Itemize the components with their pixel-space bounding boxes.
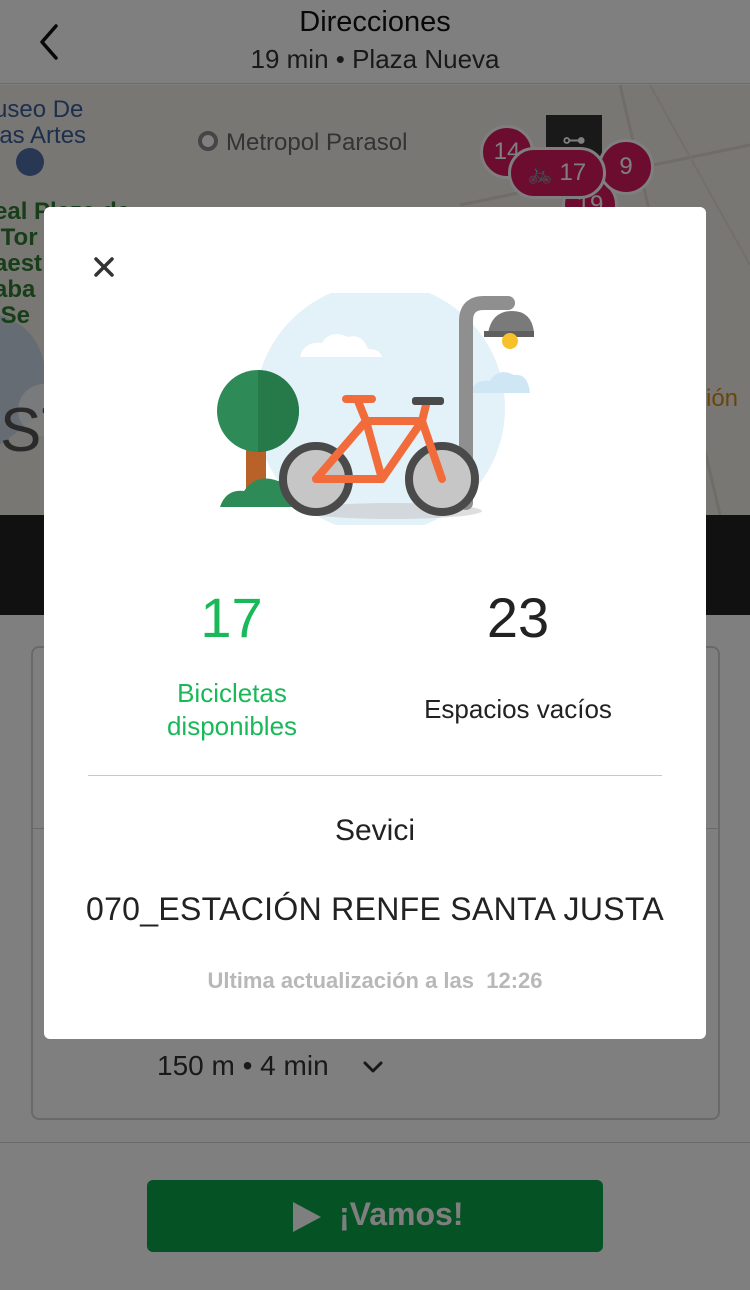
station-name: 070_ESTACIÓN RENFE SANTA JUSTA xyxy=(85,891,665,927)
provider-name: Sevici xyxy=(334,814,416,847)
modal-divider xyxy=(88,775,662,776)
bike-station-illustration xyxy=(217,293,534,525)
close-button[interactable] xyxy=(90,253,118,281)
bikes-available-label: Bicicletas disponibles xyxy=(166,678,298,741)
bikes-available-count: 17 xyxy=(200,586,263,649)
station-info-modal: 17 23 Bicicletas disponibles Espacios va… xyxy=(44,207,706,1039)
close-icon xyxy=(94,257,114,277)
empty-slots-label: Espacios vacíos xyxy=(424,694,612,724)
last-update-text: Ultima actualización a las 12:26 xyxy=(207,968,543,993)
empty-slots-count: 23 xyxy=(486,586,550,649)
